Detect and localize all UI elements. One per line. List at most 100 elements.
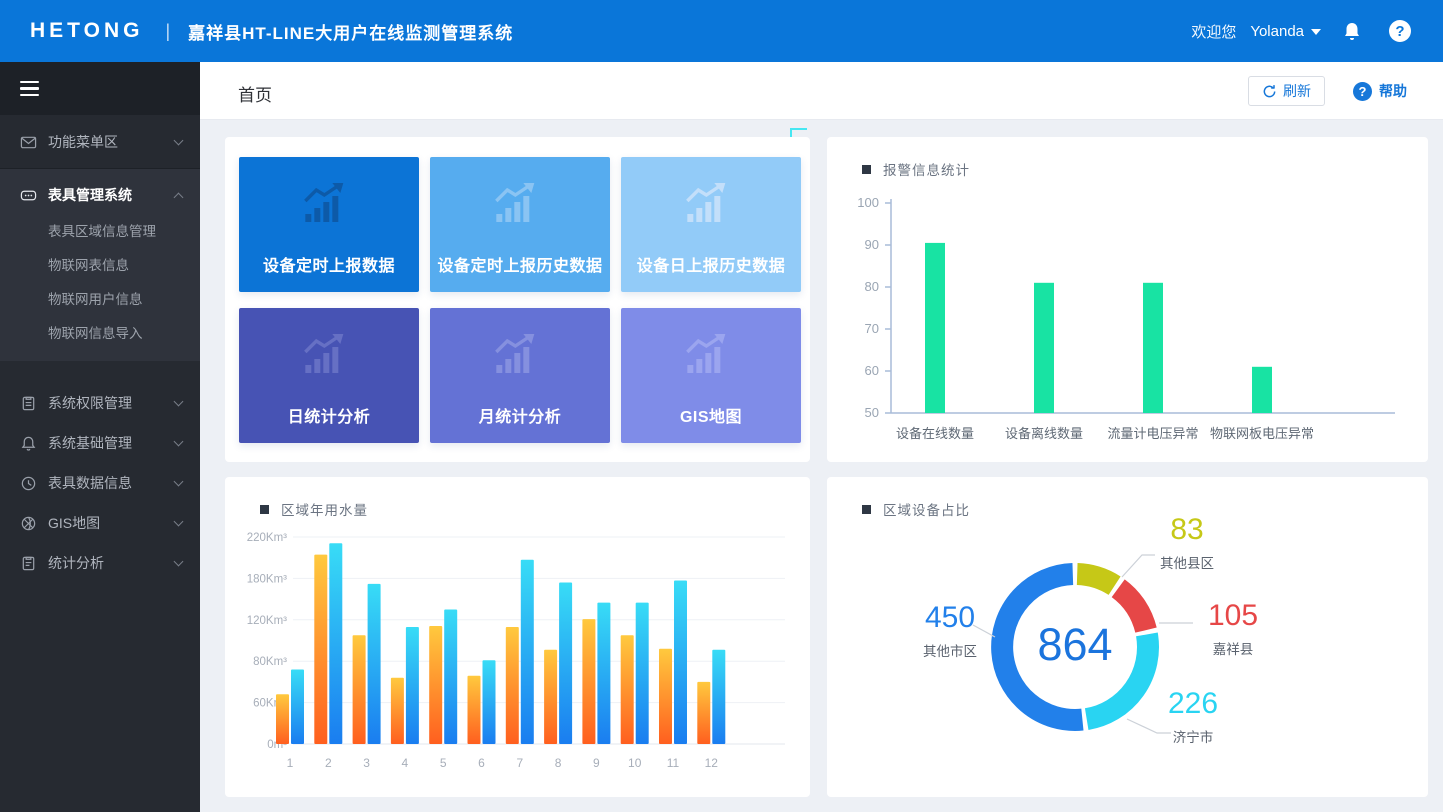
sidebar-item-statistics[interactable]: 统计分析 <box>0 543 200 583</box>
svg-text:9: 9 <box>593 756 600 770</box>
bar-blue <box>636 603 649 744</box>
help-button[interactable]: ? 帮助 <box>1353 76 1407 106</box>
bar-chart-trend-icon <box>684 334 730 376</box>
sidebar: 功能菜单区 表具管理系统 表具区域信息管理 物联网表信息 物联网用户信息 物联网… <box>0 62 200 812</box>
sidebar-subitem-iot-meter-info[interactable]: 物联网表信息 <box>0 249 200 283</box>
tile-device-daily-history[interactable]: 设备日上报历史数据 <box>621 157 801 292</box>
shortcut-tiles-card: 设备定时上报数据 设备定时上报历史数据 设备日上报历史数据 日统计分析 月统计分… <box>225 137 810 462</box>
sidebar-item-system-permission[interactable]: 系统权限管理 <box>0 383 200 423</box>
svg-text:5: 5 <box>440 756 447 770</box>
user-menu[interactable]: Yolanda <box>1250 23 1321 40</box>
svg-text:物联网板电压异常: 物联网板电压异常 <box>1210 426 1314 441</box>
bar-orange <box>391 678 404 744</box>
globe-icon <box>20 515 37 532</box>
meter-icon <box>20 187 37 204</box>
svg-text:100: 100 <box>857 195 879 210</box>
device-share-card: 区域设备占比 864 83 其他县区 105 嘉祥县 226 济宁市 450 其… <box>827 477 1428 797</box>
notification-bell-icon[interactable] <box>1335 14 1369 48</box>
bar-orange <box>544 650 557 744</box>
donut-callout-other-districts: 450 其他市区 <box>913 603 987 660</box>
tile-daily-statistics[interactable]: 日统计分析 <box>239 308 419 443</box>
bar-blue <box>291 670 304 745</box>
sidebar-subitem-iot-info-import[interactable]: 物联网信息导入 <box>0 317 200 351</box>
card-title: 区域设备占比 <box>883 499 970 519</box>
svg-text:1: 1 <box>287 756 294 770</box>
chevron-down-icon <box>174 437 184 447</box>
bar-chart-trend-icon <box>302 334 348 376</box>
sidebar-item-label: 系统权限管理 <box>48 393 175 413</box>
tile-device-scheduled-history[interactable]: 设备定时上报历史数据 <box>430 157 610 292</box>
chevron-down-icon <box>174 136 184 146</box>
bar-blue <box>406 627 419 744</box>
bar-blue <box>559 583 572 745</box>
app-title: 嘉祥县HT-LINE大用户在线监测管理系统 <box>188 19 513 44</box>
sidebar-item-gis-map[interactable]: GIS地图 <box>0 503 200 543</box>
bar-orange <box>429 626 442 744</box>
sidebar-subitem-meter-region-info[interactable]: 表具区域信息管理 <box>0 215 200 249</box>
bar-orange <box>468 676 481 744</box>
svg-text:120Km³: 120Km³ <box>247 615 287 627</box>
bar <box>1252 367 1272 413</box>
alarm-bar-chart: 5060708090100设备在线数量设备离线数量流量计电压异常物联网板电压异常 <box>827 137 1428 462</box>
sidebar-item-label: 系统基础管理 <box>48 433 175 453</box>
bar-orange <box>353 635 366 744</box>
bar-blue <box>368 584 381 744</box>
bar-blue <box>674 581 687 745</box>
chevron-down-icon <box>174 397 184 407</box>
card-title: 区域年用水量 <box>281 499 368 519</box>
svg-text:设备离线数量: 设备离线数量 <box>1005 426 1083 441</box>
bar-blue <box>712 650 725 744</box>
help-icon[interactable]: ? <box>1383 14 1417 48</box>
sidebar-item-label: GIS地图 <box>48 513 175 533</box>
sidebar-item-function-menu[interactable]: 功能菜单区 <box>0 122 200 162</box>
chevron-up-icon <box>174 192 184 202</box>
question-circle-icon: ? <box>1353 82 1372 101</box>
main-area: 首页 刷新 ? 帮助 设备定时上报数据 设备定时上报历史数据 <box>200 62 1443 812</box>
svg-text:6: 6 <box>478 756 485 770</box>
sidebar-item-system-basic[interactable]: 系统基础管理 <box>0 423 200 463</box>
logo-separator: | <box>165 21 170 42</box>
bar-orange <box>276 694 289 744</box>
bar-orange <box>506 627 519 744</box>
refresh-icon <box>1262 84 1277 99</box>
svg-text:设备在线数量: 设备在线数量 <box>896 426 974 441</box>
bar-orange <box>659 649 672 744</box>
sidebar-item-meter-management[interactable]: 表具管理系统 <box>0 175 200 215</box>
sidebar-item-label: 表具数据信息 <box>48 473 175 493</box>
chevron-down-icon <box>174 517 184 527</box>
bar-chart-trend-icon <box>302 183 348 225</box>
svg-text:11: 11 <box>667 756 680 770</box>
svg-text:80Km³: 80Km³ <box>253 656 287 668</box>
dashboard-content: 设备定时上报数据 设备定时上报历史数据 设备日上报历史数据 日统计分析 月统计分… <box>200 120 1443 812</box>
sidebar-collapse-toggle[interactable] <box>20 81 39 97</box>
donut-segment <box>1077 574 1114 586</box>
bar-orange <box>314 555 327 744</box>
app-header: HETONG | 嘉祥县HT-LINE大用户在线监测管理系统 欢迎您 Yolan… <box>0 0 1443 62</box>
svg-text:4: 4 <box>402 756 409 770</box>
bar-blue <box>521 560 534 744</box>
svg-text:2: 2 <box>325 756 332 770</box>
bar-orange <box>697 682 710 744</box>
bar-chart-trend-icon <box>684 183 730 225</box>
tile-monthly-statistics[interactable]: 月统计分析 <box>430 308 610 443</box>
breadcrumb-page-title: 首页 <box>238 81 272 106</box>
bar-blue <box>597 603 610 744</box>
title-bullet-icon <box>862 165 871 174</box>
clock-icon <box>20 475 37 492</box>
svg-text:90: 90 <box>865 237 879 252</box>
welcome-text: 欢迎您 <box>1191 21 1236 42</box>
sidebar-subitem-iot-user-info[interactable]: 物联网用户信息 <box>0 283 200 317</box>
svg-text:8: 8 <box>555 756 562 770</box>
bell-icon <box>20 435 37 452</box>
sidebar-item-label: 功能菜单区 <box>48 132 175 152</box>
svg-text:70: 70 <box>865 321 879 336</box>
donut-callout-jining: 226 济宁市 <box>1153 689 1233 746</box>
chevron-down-icon <box>174 557 184 567</box>
sidebar-item-meter-data[interactable]: 表具数据信息 <box>0 463 200 503</box>
bar-chart-trend-icon <box>493 183 539 225</box>
refresh-button[interactable]: 刷新 <box>1248 76 1325 106</box>
svg-text:220Km³: 220Km³ <box>247 532 287 544</box>
logo: HETONG <box>30 19 143 43</box>
tile-gis-map[interactable]: GIS地图 <box>621 308 801 443</box>
tile-device-scheduled-report[interactable]: 设备定时上报数据 <box>239 157 419 292</box>
